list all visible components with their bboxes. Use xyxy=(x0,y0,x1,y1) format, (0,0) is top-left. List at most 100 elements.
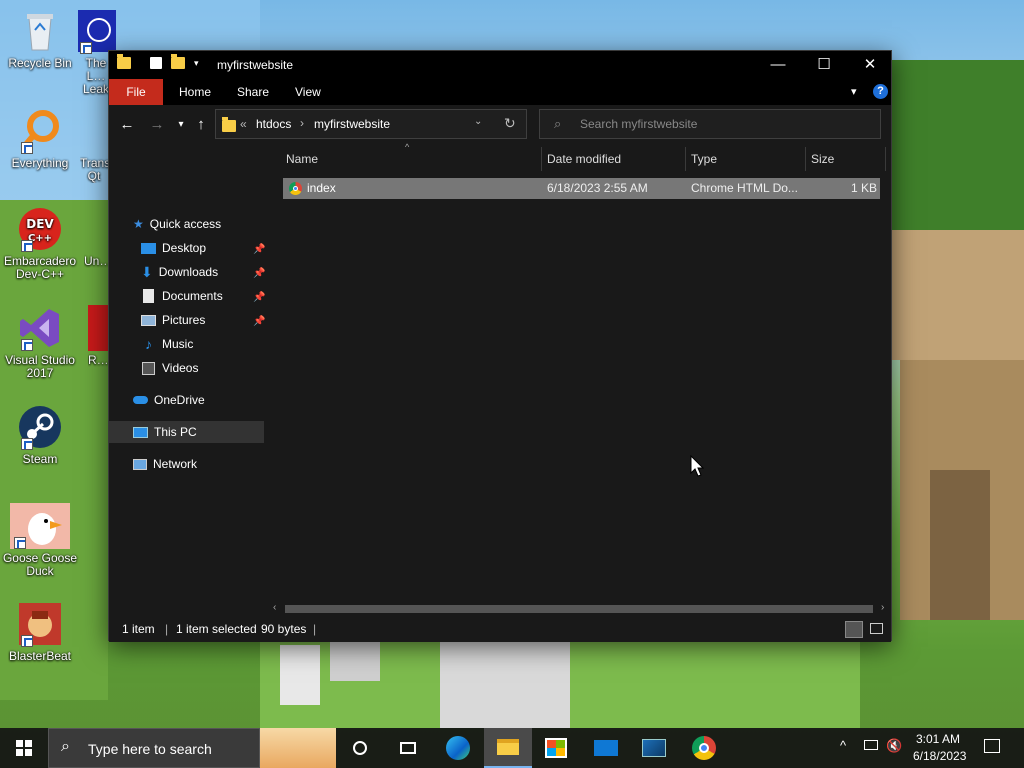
tab-home[interactable]: Home xyxy=(169,79,221,105)
column-header-name[interactable]: Name xyxy=(286,145,536,173)
column-divider[interactable] xyxy=(685,147,686,171)
desktop-icon-devcpp[interactable]: DEV C++ Embarcadero Dev-C++ xyxy=(0,206,80,281)
refresh-icon[interactable]: ↻ xyxy=(504,115,516,132)
taskbar-search-input[interactable]: Type here to search xyxy=(88,741,212,757)
nav-label: Music xyxy=(162,337,194,351)
desktop-icon-label: BlasterBeat xyxy=(8,649,72,663)
nav-this-pc[interactable]: This PC xyxy=(109,421,264,443)
taskbar-search-box[interactable]: ⌕ Type here to search xyxy=(48,728,260,768)
scrollbar-thumb[interactable] xyxy=(285,605,873,613)
volume-muted-icon[interactable]: 🔇 xyxy=(886,738,902,754)
app-icon xyxy=(88,305,108,351)
app-icon xyxy=(76,8,116,54)
pin-icon[interactable]: 📌 xyxy=(253,244,265,255)
taskbar-app[interactable] xyxy=(630,728,678,768)
desktop-icon-visual-studio[interactable]: Visual Studio 2017 xyxy=(0,305,80,380)
large-icons-view-button[interactable] xyxy=(870,623,883,634)
close-button[interactable]: ✕ xyxy=(847,51,893,79)
pin-icon[interactable]: 📌 xyxy=(253,292,265,303)
desktop-icon-un[interactable]: Un… xyxy=(84,206,108,268)
column-header-size[interactable]: Size xyxy=(811,145,834,173)
nav-music[interactable]: ♪ Music xyxy=(141,333,193,355)
column-divider[interactable] xyxy=(541,147,542,171)
up-button[interactable]: ↑ xyxy=(191,114,211,136)
back-button[interactable]: ← xyxy=(117,114,137,136)
pin-icon[interactable]: 📌 xyxy=(253,316,265,327)
column-divider[interactable] xyxy=(885,147,886,171)
minimize-button[interactable]: — xyxy=(755,51,801,79)
cortana-button[interactable] xyxy=(336,728,384,768)
column-divider[interactable] xyxy=(805,147,806,171)
show-hidden-icons-icon[interactable]: ^ xyxy=(840,738,846,753)
file-size: 1 KB xyxy=(850,181,877,195)
search-input[interactable]: Search myfirstwebsite xyxy=(580,117,697,131)
details-view-button[interactable] xyxy=(845,621,863,638)
tab-file[interactable]: File xyxy=(109,79,163,105)
recent-locations-button[interactable]: ▾ xyxy=(171,114,191,136)
desktop-icon-blasterbeat[interactable]: BlasterBeat xyxy=(0,601,80,663)
nav-videos[interactable]: Videos xyxy=(141,357,198,379)
file-explorer-icon xyxy=(497,739,519,755)
table-row[interactable]: index 6/18/2023 2:55 AM Chrome HTML Do..… xyxy=(283,178,880,199)
breadcrumb-myfirstwebsite[interactable]: myfirstwebsite xyxy=(314,117,390,131)
nav-pictures[interactable]: Pictures xyxy=(141,309,205,331)
network-status-icon[interactable] xyxy=(864,740,878,750)
help-icon[interactable]: ? xyxy=(873,84,888,99)
search-box[interactable]: ⌕ Search myfirstwebsite xyxy=(539,109,881,139)
clock-time[interactable]: 3:01 AM xyxy=(916,732,960,746)
nav-quick-access[interactable]: ★ Quick access xyxy=(133,213,221,235)
desktop-icon-recycle-bin[interactable]: Recycle Bin xyxy=(0,8,80,70)
forward-button[interactable]: → xyxy=(147,114,167,136)
breadcrumb-separator: › xyxy=(300,116,304,130)
title-bar[interactable]: ▾ myfirstwebsite — ☐ ✕ xyxy=(109,51,891,79)
taskbar-mail[interactable] xyxy=(582,728,630,768)
status-item-count: 1 item xyxy=(122,622,155,636)
desktop-icon xyxy=(141,242,156,254)
desktop-icon-everything[interactable]: Everything xyxy=(0,108,80,170)
notifications-icon[interactable] xyxy=(984,739,1000,753)
tab-view[interactable]: View xyxy=(285,79,331,105)
task-view-button[interactable] xyxy=(384,728,432,768)
scroll-left-icon[interactable]: ‹ xyxy=(273,602,276,613)
address-prefix: « xyxy=(240,117,247,131)
clock-date[interactable]: 6/18/2023 xyxy=(913,749,966,763)
nav-network[interactable]: Network xyxy=(133,453,197,475)
desktop-icon-trans-qt[interactable]: Trans… Qt xyxy=(80,108,108,183)
desktop-icon-steam[interactable]: Steam xyxy=(0,404,80,466)
desktop-icon-goose-goose-duck[interactable]: Goose Goose Duck xyxy=(0,503,80,578)
expand-ribbon-icon[interactable]: ▾ xyxy=(851,85,857,98)
nav-downloads[interactable]: ⬇ Downloads xyxy=(141,261,218,283)
column-header-type[interactable]: Type xyxy=(691,145,717,173)
file-date: 6/18/2023 2:55 AM xyxy=(547,181,648,195)
taskbar-chrome[interactable] xyxy=(680,728,728,768)
properties-icon[interactable] xyxy=(150,57,162,69)
pin-icon[interactable]: 📌 xyxy=(253,268,265,279)
download-icon: ⬇ xyxy=(141,264,153,280)
scroll-right-icon[interactable]: › xyxy=(881,602,884,613)
breadcrumb-htdocs[interactable]: htdocs xyxy=(256,117,291,131)
desktop-icon-label: Visual Studio 2017 xyxy=(5,353,75,380)
taskbar-store[interactable] xyxy=(532,728,580,768)
nav-documents[interactable]: Documents xyxy=(141,285,223,307)
customize-toolbar-icon[interactable]: ▾ xyxy=(194,58,199,69)
desktop-icon-label: The L… Leak xyxy=(82,56,110,96)
start-button[interactable] xyxy=(0,728,48,768)
address-dropdown-icon[interactable]: ⌄ xyxy=(474,116,482,127)
windows-icon xyxy=(16,740,32,756)
music-icon: ♪ xyxy=(145,336,152,352)
tab-share[interactable]: Share xyxy=(227,79,279,105)
taskbar-edge[interactable] xyxy=(434,728,482,768)
column-header-date-modified[interactable]: Date modified xyxy=(547,145,621,173)
everything-icon xyxy=(17,108,63,154)
new-folder-icon[interactable] xyxy=(171,54,185,69)
horizontal-scrollbar[interactable]: ‹ › xyxy=(269,601,891,617)
address-bar[interactable]: « htdocs › myfirstwebsite ⌄ ↻ xyxy=(215,109,527,139)
maximize-button[interactable]: ☐ xyxy=(801,51,847,79)
navigation-pane: ★ Quick access Desktop 📌 ⬇ Downloads 📌 D… xyxy=(109,145,267,607)
nav-desktop[interactable]: Desktop xyxy=(141,237,206,259)
desktop-icon-r[interactable]: R… xyxy=(88,305,108,367)
taskbar-file-explorer[interactable] xyxy=(484,728,532,768)
visual-studio-icon xyxy=(17,305,63,351)
nav-onedrive[interactable]: OneDrive xyxy=(133,389,205,411)
desktop-icon-label: Trans… Qt xyxy=(80,156,108,183)
